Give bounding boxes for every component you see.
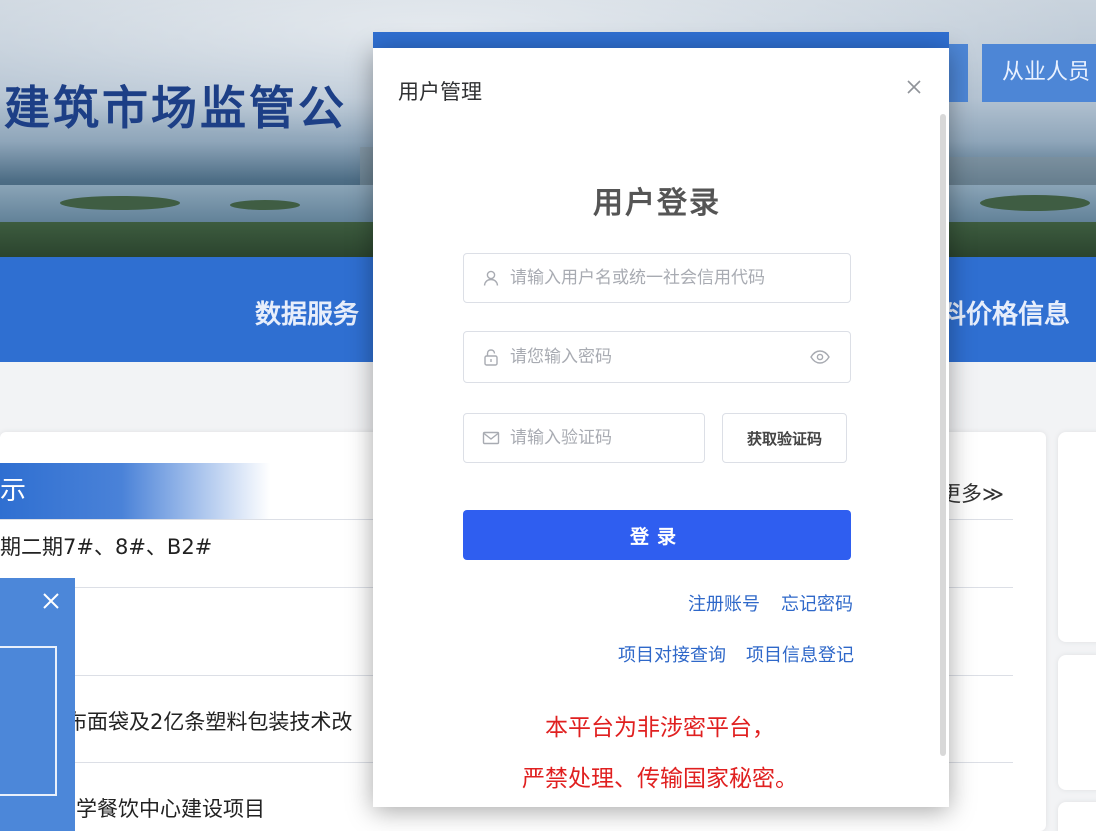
password-field xyxy=(463,331,851,383)
captcha-field xyxy=(463,413,705,463)
register-link[interactable]: 注册账号 xyxy=(688,590,760,616)
lock-icon xyxy=(484,349,498,366)
project-register-link[interactable]: 项目信息登记 xyxy=(746,641,854,667)
username-input[interactable] xyxy=(510,254,840,302)
login-button[interactable]: 登录 xyxy=(463,510,851,560)
mail-icon xyxy=(482,431,500,445)
get-code-button[interactable]: 获取验证码 xyxy=(722,413,847,463)
captcha-input[interactable] xyxy=(510,414,695,462)
dialog-title: 用户管理 xyxy=(398,80,482,104)
password-input[interactable] xyxy=(510,332,800,382)
project-query-link[interactable]: 项目对接查询 xyxy=(618,641,726,667)
security-notice-line1: 本平台为非涉密平台， xyxy=(545,715,775,741)
username-field xyxy=(463,253,851,303)
eye-icon[interactable] xyxy=(810,348,830,366)
login-dialog: 用户管理 用户登录 获取验证码 登录 注册账号 忘 xyxy=(373,48,949,807)
forgot-password-link[interactable]: 忘记密码 xyxy=(781,590,853,616)
user-icon xyxy=(483,270,499,286)
security-notice-line2: 严禁处理、传输国家秘密。 xyxy=(522,766,798,792)
close-icon[interactable] xyxy=(905,78,923,96)
modal-backdrop-band xyxy=(373,32,949,48)
login-heading: 用户登录 xyxy=(593,186,721,221)
